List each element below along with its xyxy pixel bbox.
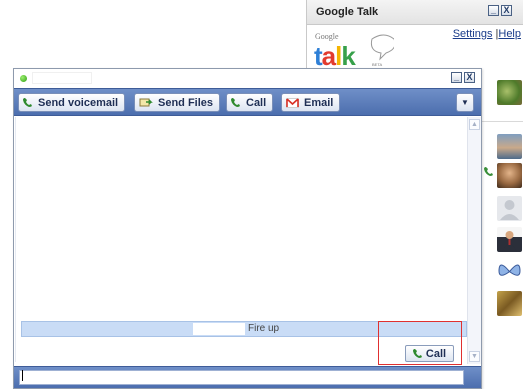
avatar — [497, 163, 522, 188]
chat-minimize-button[interactable]: _ — [451, 72, 462, 83]
send-voicemail-button[interactable]: Send voicemail — [18, 93, 126, 112]
google-talk-logo: Google talk BETA — [314, 29, 396, 71]
phone-icon — [484, 167, 493, 176]
avatar — [497, 291, 522, 316]
call-toolbar-label: Call — [246, 96, 267, 109]
contact-row[interactable] — [493, 259, 523, 286]
scroll-down-arrow-icon[interactable]: ▼ — [469, 351, 480, 362]
avatar — [497, 259, 522, 284]
send-files-label: Send Files — [158, 96, 214, 109]
chat-toolbar: Send voicemail Send Files Call Email ▼ — [14, 88, 481, 116]
contact-row[interactable] — [493, 291, 523, 318]
contact-row[interactable] — [493, 80, 523, 107]
avatar — [497, 134, 522, 159]
google-talk-titlebar: Google Talk _ X — [307, 0, 523, 25]
butterfly-avatar-icon — [498, 264, 521, 276]
send-voicemail-label: Send voicemail — [38, 96, 119, 109]
call-toolbar-button[interactable]: Call — [226, 93, 274, 112]
google-talk-title: Google Talk — [316, 6, 379, 18]
contact-row[interactable] — [493, 227, 523, 254]
text-caret — [22, 370, 23, 381]
menu-arrow-icon[interactable]: ▼ — [456, 93, 474, 112]
phone-icon — [412, 349, 422, 358]
message-input-bar — [14, 366, 481, 388]
help-link[interactable]: Help — [498, 28, 521, 40]
logo-beta-badge: BETA — [372, 62, 382, 67]
file-transfer-icon — [139, 98, 153, 107]
avatar — [497, 227, 522, 252]
send-files-button[interactable]: Send Files — [134, 93, 221, 112]
default-avatar-icon — [500, 200, 519, 220]
status-text: Fire up — [248, 323, 280, 334]
gmail-icon — [286, 97, 299, 108]
chat-window: _ X Send voicemail Send Files Call Email… — [13, 68, 482, 389]
email-button[interactable]: Email — [281, 93, 341, 112]
contact-row[interactable] — [484, 163, 523, 190]
logo-google-text: Google — [315, 32, 339, 41]
scroll-up-arrow-icon[interactable]: ▲ — [469, 119, 480, 130]
chat-titlebar[interactable]: _ X — [14, 69, 481, 88]
status-dot-icon — [20, 75, 27, 82]
contact-row[interactable] — [493, 196, 523, 223]
gt-links: Settings |Help — [453, 28, 521, 40]
call-button-label: Call — [425, 347, 447, 360]
email-label: Email — [304, 96, 334, 109]
contact-row[interactable] — [493, 134, 523, 161]
gt-close-button[interactable]: X — [501, 5, 512, 16]
call-button[interactable]: Call — [405, 345, 454, 362]
avatar — [497, 196, 522, 221]
logo-talk-text: talk — [314, 41, 356, 69]
settings-link[interactable]: Settings — [453, 28, 493, 40]
chat-close-button[interactable]: X — [464, 72, 475, 83]
avatar — [497, 80, 522, 105]
status-contact-name — [193, 323, 245, 335]
person-avatar-icon — [502, 231, 517, 252]
phone-icon — [231, 98, 240, 107]
phone-icon — [23, 98, 32, 107]
message-input[interactable] — [19, 370, 464, 385]
conversation-scrollbar[interactable]: ▲ ▼ — [467, 117, 481, 364]
gt-minimize-button[interactable]: _ — [488, 5, 499, 16]
contact-name-field — [32, 72, 92, 84]
